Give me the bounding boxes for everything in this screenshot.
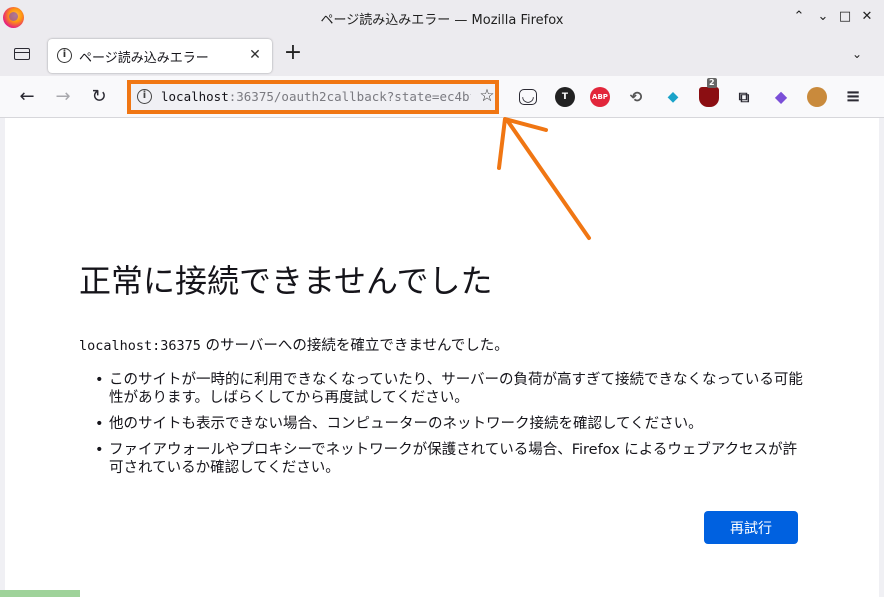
error-title: 正常に接続できませんでした [79,262,493,300]
adblock-plus-icon[interactable]: ABP [590,87,610,107]
pocket-icon[interactable]: ◡ [519,89,537,105]
error-suggestions: このサイトが一時的に利用できなくなっていたり、サーバーの負荷が高すぎて接続できな… [95,371,809,485]
extensions-puzzle-icon[interactable]: ⧉ [734,87,754,107]
firefox-view-button[interactable] [12,44,34,64]
ublock-origin-icon[interactable]: 2 [699,78,719,107]
menu-icon[interactable]: ≡ [843,87,863,107]
close-tab-button[interactable]: ✕ [246,46,264,64]
error-description: localhost:36375 のサーバーへの接続を確立できませんでした。 [79,334,509,355]
url-bar[interactable]: i localhost:36375/oauth2callback?state=e… [127,80,499,114]
list-item: ファイアウォールやプロキシーでネットワークが保護されている場合、Firefox … [95,441,809,477]
url-path: :36375/oauth2callback?state=ec4bf64 [228,89,471,104]
firefox-view-icon [14,48,30,60]
url-host: localhost [161,89,229,104]
crystal-extension-icon[interactable]: ◆ [771,87,791,107]
forward-button[interactable]: → [51,85,75,109]
error-host: localhost:36375 [79,338,201,354]
t-extension-icon[interactable]: T [555,87,575,107]
tab-page-load-error[interactable]: i ページ読み込みエラー ✕ [48,39,272,73]
new-tab-button[interactable]: + [282,42,304,64]
title-bar: ページ読み込みエラー — Mozilla Firefox ⌃ ⌄ □ ✕ [0,0,884,36]
cookie-icon[interactable] [807,87,827,107]
list-item: 他のサイトも表示できない場合、コンピューターのネットワーク接続を確認してください… [95,415,809,433]
info-icon: i [57,48,72,63]
retry-button[interactable]: 再試行 [704,511,798,544]
close-window-button[interactable]: ✕ [859,9,875,25]
cube-extension-icon[interactable]: ◆ [663,87,683,107]
taskbar-fragment [0,590,80,597]
minimize-button[interactable]: ⌃ [791,9,807,25]
site-info-icon[interactable]: i [137,89,152,104]
restore-button[interactable]: ⌄ [815,9,831,25]
error-description-suffix: のサーバーへの接続を確立できませんでした。 [200,338,509,354]
reload-button[interactable]: ↻ [87,85,111,109]
list-all-tabs-button[interactable]: ⌄ [846,43,868,65]
bookmark-star-icon[interactable]: ☆ [477,86,497,106]
back-button[interactable]: ← [15,85,39,109]
window-title: ページ読み込みエラー — Mozilla Firefox [320,13,564,28]
navigation-bar: ← → ↻ i localhost:36375/oauth2callback?s… [0,76,884,118]
tab-strip: i ページ読み込みエラー ✕ + ⌄ [0,36,884,76]
sync-icon[interactable]: ⟲ [626,87,646,107]
list-item: このサイトが一時的に利用できなくなっていたり、サーバーの負荷が高すぎて接続できな… [95,371,809,407]
maximize-button[interactable]: □ [837,9,853,25]
page-content: 正常に接続できませんでした localhost:36375 のサーバーへの接続を… [0,118,884,597]
url-text[interactable]: localhost:36375/oauth2callback?state=ec4… [161,88,471,106]
tab-label: ページ読み込みエラー [79,51,209,66]
